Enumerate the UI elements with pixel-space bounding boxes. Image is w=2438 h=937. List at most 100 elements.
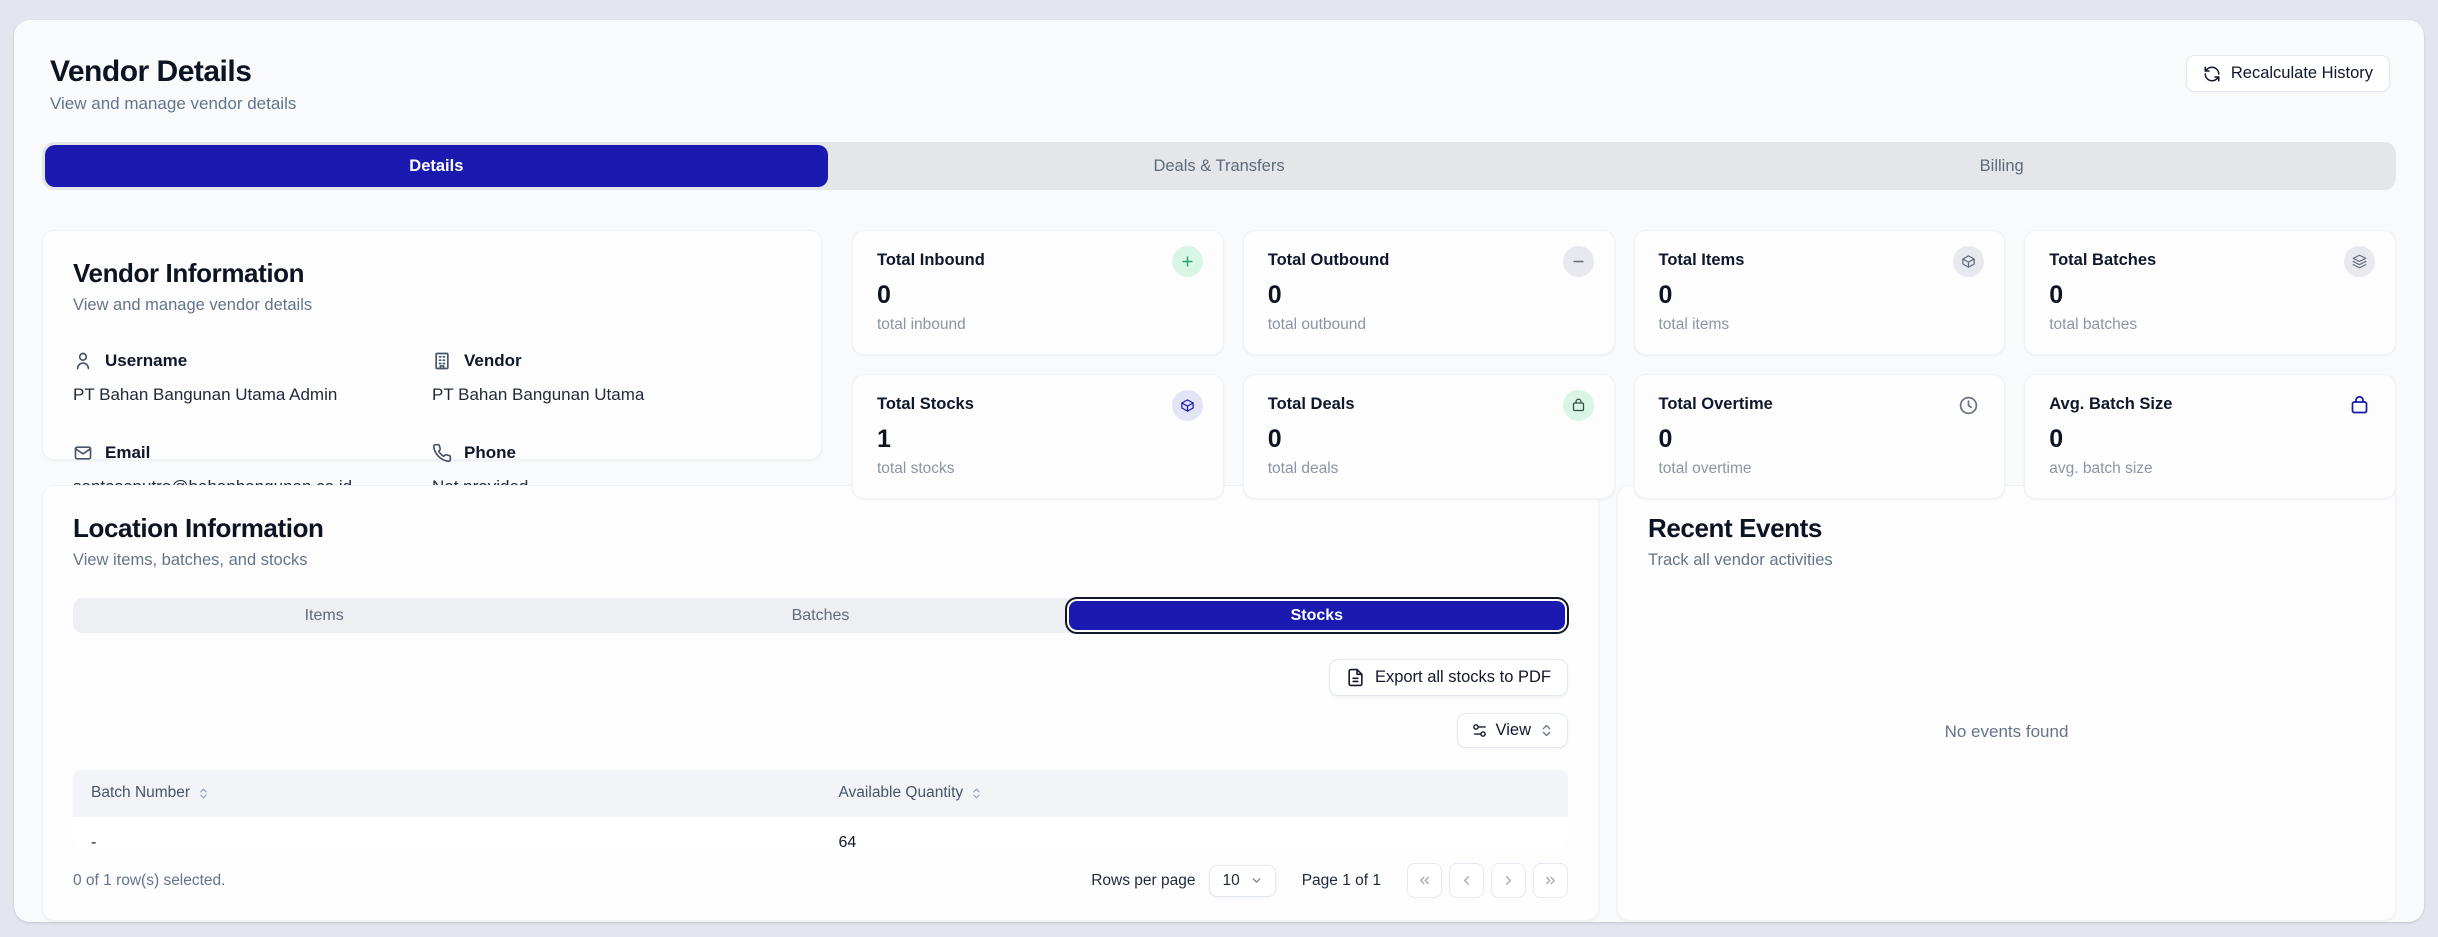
field-phone-label: Phone	[464, 443, 516, 463]
column-header-batch-number-label: Batch Number	[91, 784, 190, 802]
building-icon	[432, 351, 452, 371]
rows-per-page: Rows per page 10	[1091, 865, 1276, 897]
recent-events-card: Recent Events Track all vendor activitie…	[1617, 485, 2396, 921]
vendor-fields-grid: Username PT Bahan Bangunan Utama Admin V…	[73, 351, 791, 497]
field-vendor: Vendor PT Bahan Bangunan Utama	[432, 351, 791, 405]
tab-stocks[interactable]: Stocks	[1069, 601, 1565, 630]
field-username: Username PT Bahan Bangunan Utama Admin	[73, 351, 432, 405]
shopping-bag-icon	[1563, 390, 1594, 421]
phone-icon	[432, 443, 452, 463]
file-text-icon	[1346, 668, 1365, 687]
export-toolbar: Export all stocks to PDF	[73, 659, 1568, 696]
recalculate-history-label: Recalculate History	[2231, 64, 2373, 83]
chevrons-right-icon	[1543, 873, 1558, 888]
cell-batch-number: -	[73, 834, 821, 847]
stat-title: Total Items	[1659, 251, 1981, 270]
rows-selected-text: 0 of 1 row(s) selected.	[73, 872, 225, 890]
stat-caption: total stocks	[877, 460, 1199, 478]
user-icon	[73, 351, 93, 371]
stat-title: Total Inbound	[877, 251, 1199, 270]
tab-billing-label: Billing	[1980, 157, 2024, 176]
column-header-batch-number[interactable]: Batch Number	[73, 784, 821, 802]
stats-grid: Total Inbound 0 total inbound Total Outb…	[852, 230, 2396, 460]
stat-value: 0	[877, 281, 1199, 310]
page-header: Vendor Details View and manage vendor de…	[14, 20, 2424, 114]
stat-title: Total Stocks	[877, 395, 1199, 414]
stat-title: Avg. Batch Size	[2049, 395, 2371, 414]
pagination-buttons	[1407, 863, 1568, 898]
stat-title: Total Outbound	[1268, 251, 1590, 270]
table-footer: 0 of 1 row(s) selected. Rows per page 10…	[73, 863, 1568, 898]
stat-caption: avg. batch size	[2049, 460, 2371, 478]
stat-value: 0	[1659, 281, 1981, 310]
tab-details[interactable]: Details	[45, 145, 828, 187]
last-page-button[interactable]	[1533, 863, 1568, 898]
stat-card-total-deals: Total Deals 0 total deals	[1243, 374, 1615, 499]
stat-card-total-overtime: Total Overtime 0 total overtime	[1634, 374, 2006, 499]
page-subtitle: View and manage vendor details	[50, 94, 296, 114]
stat-caption: total outbound	[1268, 316, 1590, 334]
table-row: - 64	[73, 816, 1568, 847]
vendor-information-subtitle: View and manage vendor details	[73, 296, 791, 315]
stat-caption: total inbound	[877, 316, 1199, 334]
export-stocks-pdf-button[interactable]: Export all stocks to PDF	[1329, 659, 1568, 696]
tab-billing[interactable]: Billing	[1610, 145, 2393, 187]
chevron-left-icon	[1459, 873, 1474, 888]
tab-deals-transfers-label: Deals & Transfers	[1153, 157, 1284, 176]
stat-caption: total items	[1659, 316, 1981, 334]
vendor-details-panel: Vendor Details View and manage vendor de…	[14, 20, 2424, 922]
package-icon	[1953, 246, 1984, 277]
pagination-controls: Rows per page 10 Page 1 of 1	[1091, 863, 1568, 898]
tab-batches[interactable]: Batches	[572, 601, 1068, 630]
chevron-down-icon	[1250, 874, 1263, 887]
field-username-value: PT Bahan Bangunan Utama Admin	[73, 385, 432, 405]
stat-card-total-outbound: Total Outbound 0 total outbound	[1243, 230, 1615, 355]
stat-value: 1	[877, 425, 1199, 454]
tab-items-label: Items	[305, 607, 344, 625]
stat-title: Total Overtime	[1659, 395, 1981, 414]
location-tab-bar: Items Batches Stocks	[73, 598, 1568, 633]
stat-card-avg-batch-size: Avg. Batch Size 0 avg. batch size	[2024, 374, 2396, 499]
stat-value: 0	[1268, 425, 1590, 454]
sliders-icon	[1471, 722, 1488, 739]
sort-icon	[197, 787, 210, 800]
previous-page-button[interactable]	[1449, 863, 1484, 898]
stocks-table: Batch Number Available Quantity - 6	[73, 770, 1568, 847]
page-header-text: Vendor Details View and manage vendor de…	[50, 55, 296, 114]
page-title: Vendor Details	[50, 55, 296, 89]
next-page-button[interactable]	[1491, 863, 1526, 898]
stat-title: Total Deals	[1268, 395, 1590, 414]
tab-stocks-label: Stocks	[1291, 607, 1343, 625]
field-vendor-value: PT Bahan Bangunan Utama	[432, 385, 791, 405]
stat-title: Total Batches	[2049, 251, 2371, 270]
tab-items[interactable]: Items	[76, 601, 572, 630]
refresh-icon	[2203, 65, 2221, 83]
rows-per-page-select[interactable]: 10	[1209, 865, 1275, 897]
minus-icon	[1563, 246, 1594, 277]
box-icon	[1172, 390, 1203, 421]
sort-icon	[970, 787, 983, 800]
bottom-content-row: Location Information View items, batches…	[42, 485, 2396, 921]
chevrons-left-icon	[1417, 873, 1432, 888]
tab-batches-label: Batches	[792, 607, 850, 625]
vendor-information-card: Vendor Information View and manage vendo…	[42, 230, 822, 460]
stat-value: 0	[2049, 281, 2371, 310]
field-username-label: Username	[105, 351, 187, 371]
view-dropdown-button[interactable]: View	[1457, 713, 1568, 748]
stat-card-total-items: Total Items 0 total items	[1634, 230, 2006, 355]
tab-deals-transfers[interactable]: Deals & Transfers	[828, 145, 1611, 187]
page-indicator: Page 1 of 1	[1302, 872, 1381, 890]
location-information-subtitle: View items, batches, and stocks	[73, 551, 1568, 570]
recent-events-title: Recent Events	[1648, 513, 2365, 544]
recalculate-history-button[interactable]: Recalculate History	[2186, 55, 2390, 92]
no-events-message: No events found	[1648, 570, 2365, 893]
location-information-card: Location Information View items, batches…	[42, 485, 1599, 921]
top-content-row: Vendor Information View and manage vendo…	[42, 230, 2396, 460]
location-information-title: Location Information	[73, 513, 1568, 544]
view-toolbar: View	[73, 713, 1568, 748]
column-header-available-quantity[interactable]: Available Quantity	[821, 784, 1569, 802]
first-page-button[interactable]	[1407, 863, 1442, 898]
chevron-right-icon	[1501, 873, 1516, 888]
export-stocks-pdf-label: Export all stocks to PDF	[1375, 668, 1551, 687]
stat-value: 0	[1268, 281, 1590, 310]
